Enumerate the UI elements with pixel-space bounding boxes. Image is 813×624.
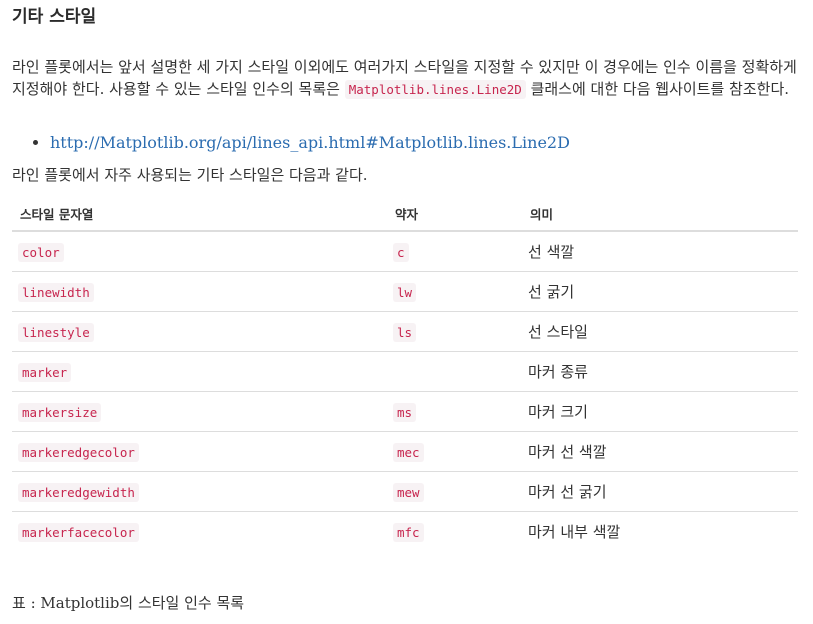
table-row: markeredgecolor mec 마커 선 색깔 bbox=[12, 431, 798, 472]
style-name-cell: markeredgewidth bbox=[18, 482, 139, 502]
header-style-string: 스타일 문자열 bbox=[12, 196, 387, 232]
table-row: markeredgewidth mew 마커 선 굵기 bbox=[12, 471, 798, 512]
meaning-cell: 마커 선 굵기 bbox=[522, 471, 798, 512]
abbr-cell: mec bbox=[393, 442, 424, 462]
style-name-cell: linewidth bbox=[18, 282, 94, 302]
meaning-cell: 마커 크기 bbox=[522, 391, 798, 432]
table-row: linestyle ls 선 스타일 bbox=[12, 311, 798, 352]
matplotlib-docs-link[interactable]: http://Matplotlib.org/api/lines_api.html… bbox=[50, 133, 570, 152]
list-item: http://Matplotlib.org/api/lines_api.html… bbox=[50, 132, 570, 154]
header-abbreviation: 약자 bbox=[387, 196, 522, 232]
meaning-cell: 선 스타일 bbox=[522, 311, 798, 352]
abbr-cell: ms bbox=[393, 402, 417, 422]
meaning-cell: 마커 종류 bbox=[522, 351, 798, 392]
meaning-cell: 선 색깔 bbox=[522, 231, 798, 272]
intro-paragraph: 라인 플롯에서는 앞서 설명한 세 가지 스타일 이외에도 여러가지 스타일을 … bbox=[12, 56, 798, 101]
table-row: markersize ms 마커 크기 bbox=[12, 391, 798, 432]
table-header-row: 스타일 문자열 약자 의미 bbox=[12, 196, 798, 232]
header-meaning: 의미 bbox=[522, 196, 798, 232]
table-row: markerfacecolor mfc 마커 내부 색깔 bbox=[12, 512, 798, 552]
meaning-cell: 선 굵기 bbox=[522, 271, 798, 312]
style-arguments-table: 스타일 문자열 약자 의미 color c 선 색깔 linewidth lw … bbox=[12, 196, 798, 551]
meaning-cell: 마커 내부 색깔 bbox=[528, 523, 621, 541]
style-name-cell: color bbox=[18, 242, 64, 262]
abbr-cell: c bbox=[393, 242, 409, 262]
table-intro-paragraph: 라인 플롯에서 자주 사용되는 기타 스타일은 다음과 같다. bbox=[12, 166, 368, 184]
link-list: http://Matplotlib.org/api/lines_api.html… bbox=[12, 132, 570, 154]
abbr-cell: mew bbox=[393, 482, 424, 502]
meaning-cell: 마커 선 색깔 bbox=[522, 431, 798, 472]
style-name-cell: markeredgecolor bbox=[18, 442, 139, 462]
style-name-cell: markersize bbox=[18, 402, 102, 422]
intro-text-after: 클래스에 대한 다음 웹사이트를 참조한다. bbox=[525, 80, 790, 98]
style-name-cell: markerfacecolor bbox=[18, 522, 139, 542]
table-row: color c 선 색깔 bbox=[12, 231, 798, 272]
abbr-cell: mfc bbox=[393, 522, 424, 542]
table-caption: 표 : Matplotlib의 스타일 인수 목록 bbox=[12, 594, 245, 612]
style-name-cell: linestyle bbox=[18, 322, 94, 342]
abbr-cell: lw bbox=[393, 282, 417, 302]
style-name-cell: marker bbox=[18, 362, 72, 382]
abbr-cell-empty bbox=[387, 351, 522, 392]
section-heading: 기타 스타일 bbox=[12, 7, 97, 27]
line2d-code: Matplotlib.lines.Line2D bbox=[344, 80, 526, 99]
abbr-cell: ls bbox=[393, 322, 417, 342]
table-row: linewidth lw 선 굵기 bbox=[12, 271, 798, 312]
table-row: marker 마커 종류 bbox=[12, 351, 798, 392]
